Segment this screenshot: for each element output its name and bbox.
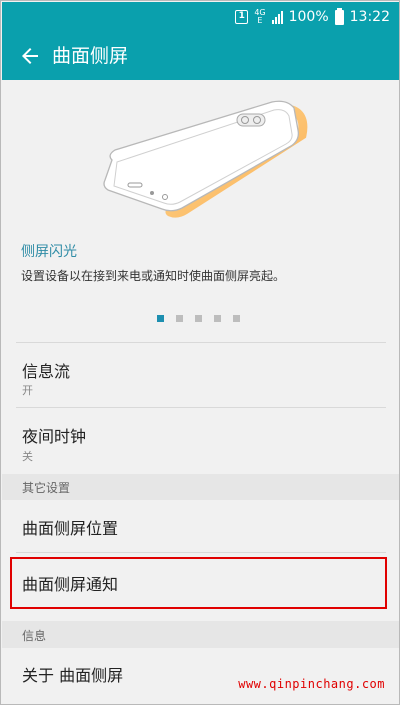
page-dot[interactable] xyxy=(195,315,202,322)
page-dot[interactable] xyxy=(233,315,240,322)
section-header-info: 信息 xyxy=(2,621,399,648)
network-type-indicator: 4G E xyxy=(254,9,265,25)
arrow-left-icon[interactable] xyxy=(18,44,42,68)
watermark: www.qinpinchang.com xyxy=(238,677,385,691)
page-title: 曲面侧屏 xyxy=(52,45,129,67)
page-indicator[interactable] xyxy=(157,315,240,322)
highlight-box xyxy=(10,557,387,609)
setting-status: 关 xyxy=(22,450,33,463)
setting-edge-position[interactable]: 曲面侧屏位置 xyxy=(2,500,399,552)
app-bar: 曲面侧屏 xyxy=(2,32,399,80)
page-dot[interactable] xyxy=(176,315,183,322)
section-header-other: 其它设置 xyxy=(2,474,399,500)
setting-title: 关于 曲面侧屏 xyxy=(22,666,124,685)
section-label: 信息 xyxy=(22,629,47,643)
setting-title: 信息流 xyxy=(22,362,71,381)
setting-title: 曲面侧屏位置 xyxy=(22,519,119,538)
setting-title: 夜间时钟 xyxy=(22,427,87,446)
section-label: 其它设置 xyxy=(22,481,71,495)
battery-icon xyxy=(334,7,344,25)
setting-status: 开 xyxy=(22,384,33,397)
feature-title: 侧屏闪光 xyxy=(21,244,77,260)
screen: 1 4G E 100% 13:22 曲面侧屏 侧屏闪光 设置设备以在接到来电或通… xyxy=(0,0,400,705)
edge-screen-illustration xyxy=(2,80,399,230)
sim-card-icon: 1 xyxy=(235,10,249,24)
feature-description: 设置设备以在接到来电或通知时使曲面侧屏亮起。 xyxy=(21,269,286,283)
signal-icon xyxy=(271,10,283,24)
page-dot[interactable] xyxy=(157,315,164,322)
battery-percent: 100% xyxy=(288,9,329,25)
clock: 13:22 xyxy=(349,9,390,25)
divider xyxy=(16,342,386,343)
setting-info-stream[interactable]: 信息流 开 xyxy=(2,344,399,406)
status-bar: 1 4G E 100% 13:22 xyxy=(2,2,399,32)
setting-night-clock[interactable]: 夜间时钟 关 xyxy=(2,408,399,474)
page-dot[interactable] xyxy=(214,315,221,322)
network-type-bottom: E xyxy=(257,16,263,25)
